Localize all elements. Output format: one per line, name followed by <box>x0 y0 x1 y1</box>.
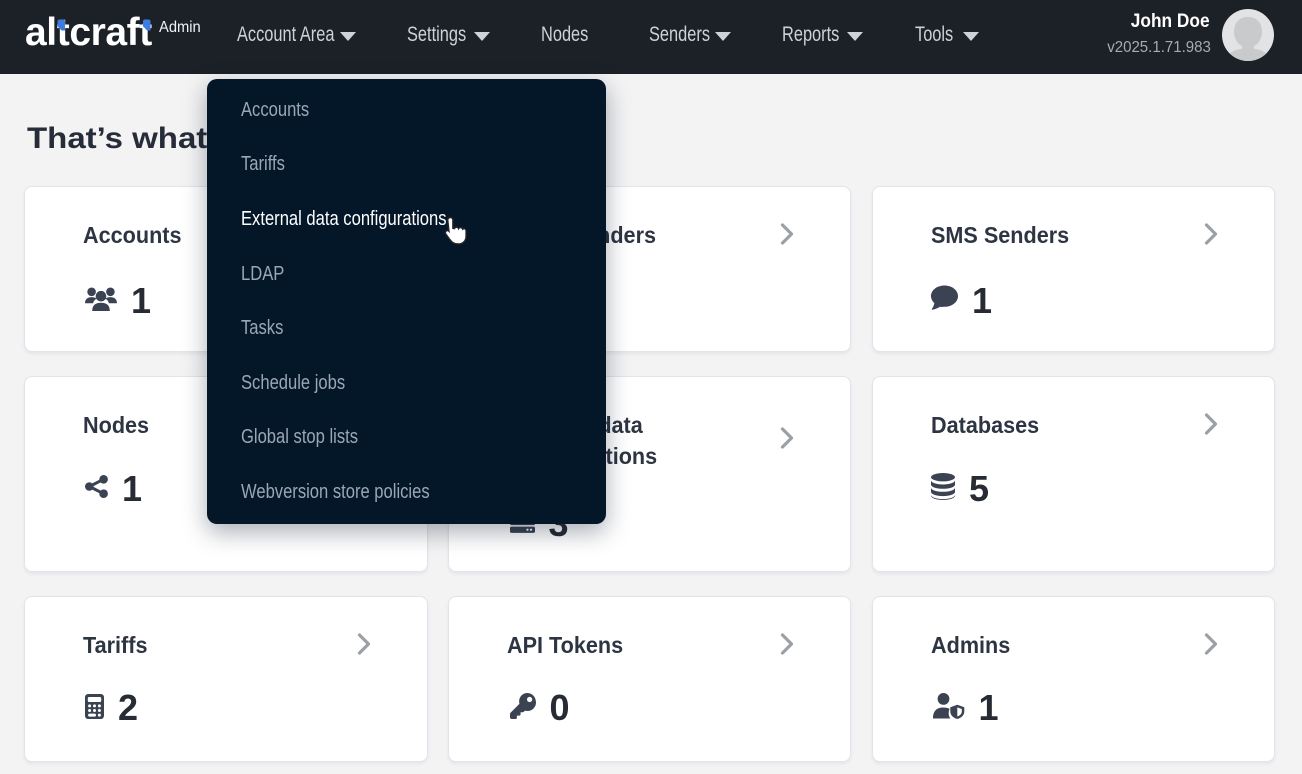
svg-text:altcraft: altcraft <box>25 11 152 54</box>
